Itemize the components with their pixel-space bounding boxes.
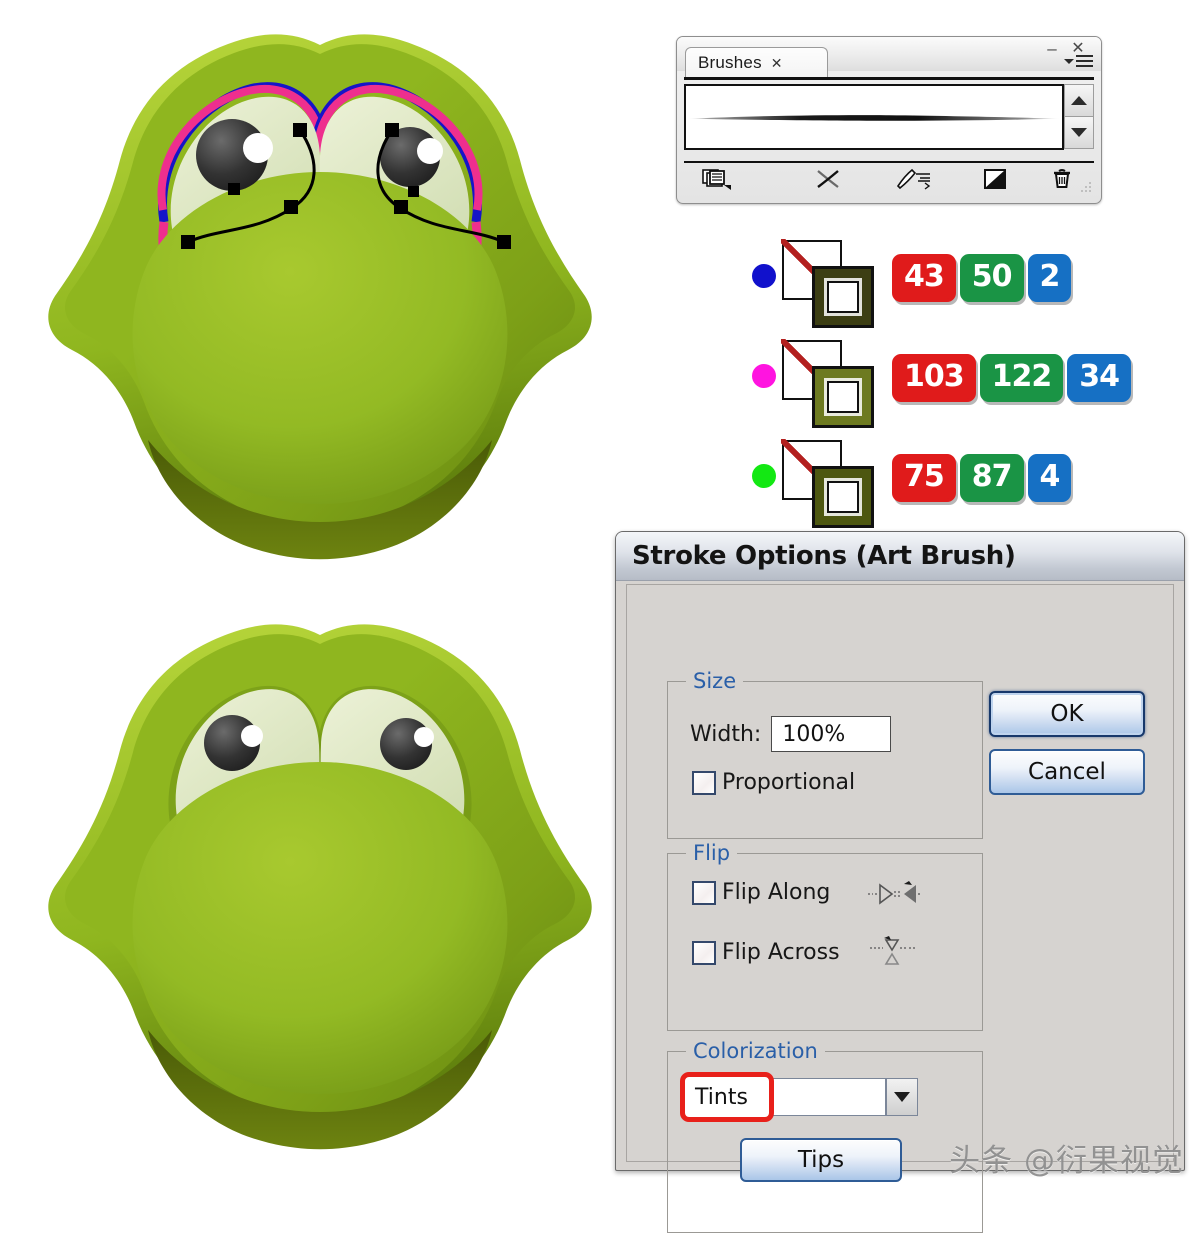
brush-list[interactable] — [684, 84, 1064, 150]
rgb-red-value: 75 — [892, 454, 956, 502]
chevron-down-icon — [894, 1092, 910, 1102]
panel-menu-icon[interactable] — [1064, 55, 1093, 67]
flip-across-icon — [870, 936, 915, 965]
dialog-body: Size Width: 100% Proportional Flip Flip … — [626, 584, 1174, 1233]
green-path-marker — [752, 464, 776, 488]
colorization-group-legend: Colorization — [686, 1039, 825, 1063]
ok-button[interactable]: OK — [989, 691, 1145, 737]
brush-libraries-menu-icon[interactable] — [684, 164, 785, 194]
magenta-path-marker — [752, 364, 776, 388]
rgb-blue-value: 4 — [1027, 454, 1072, 502]
watermark-text: 头条 @衍果视觉 — [949, 1143, 1184, 1179]
tips-button[interactable]: Tips — [740, 1138, 902, 1182]
flip-across-label: Flip Across — [722, 940, 840, 965]
remove-brush-stroke-icon[interactable] — [785, 164, 871, 194]
color-readout-list: 43 50 2 103 122 34 75 87 4 — [740, 236, 1140, 528]
hamburger-icon — [1076, 55, 1093, 67]
size-group: Size Width: 100% Proportional — [667, 669, 983, 839]
fill-color-swatch[interactable] — [812, 366, 874, 428]
flip-along-checkbox[interactable] — [692, 880, 716, 905]
cancel-button[interactable]: Cancel — [989, 749, 1145, 795]
chevron-down-icon — [1064, 58, 1074, 64]
flip-along-icon — [868, 881, 922, 905]
colorization-selected-value[interactable]: Tints — [680, 1072, 774, 1122]
tab-close-icon[interactable]: ✕ — [771, 55, 783, 72]
dialog-titlebar[interactable]: Stroke Options (Art Brush) — [616, 532, 1184, 581]
rgb-green-value: 50 — [959, 254, 1024, 302]
fill-color-swatch[interactable] — [812, 466, 874, 528]
rgb-values: 43 50 2 — [892, 254, 1072, 302]
chevron-up-icon — [1071, 96, 1087, 105]
brushes-panel-toolbar[interactable] — [684, 161, 1094, 195]
fill-inner-square — [827, 281, 859, 313]
tab-brushes-label: Brushes — [698, 53, 762, 72]
screenshot-canvas: – ✕ Brushes ✕ 43 50 2 103 122 34 75 87 4… — [0, 0, 1200, 1233]
rgb-values: 75 87 4 — [892, 454, 1072, 502]
fill-stroke-indicator[interactable] — [781, 339, 892, 428]
scroll-up-button[interactable] — [1064, 84, 1094, 117]
width-input[interactable]: 100% — [771, 716, 892, 752]
colorization-method-select[interactable]: Tints — [680, 1072, 918, 1122]
flip-along-checkbox-row[interactable]: Flip Along — [692, 880, 830, 905]
frog-illustration-top — [20, 10, 620, 580]
brush-list-area — [684, 77, 1094, 160]
minimize-icon[interactable]: – — [1043, 40, 1061, 58]
colorization-select-arrow[interactable] — [886, 1078, 918, 1116]
rgb-blue-value: 2 — [1027, 254, 1072, 302]
tab-brushes[interactable]: Brushes ✕ — [685, 47, 828, 78]
blue-path-marker — [752, 264, 776, 288]
fill-color-swatch[interactable] — [812, 266, 874, 328]
size-group-legend: Size — [686, 669, 744, 693]
proportional-checkbox-row[interactable]: Proportional — [692, 770, 855, 795]
flip-group: Flip Flip Along Flip Across — [667, 841, 983, 1031]
fill-inner-square — [827, 481, 859, 513]
new-brush-icon[interactable] — [959, 164, 1030, 194]
flip-along-label: Flip Along — [722, 880, 831, 905]
flip-group-legend: Flip — [686, 841, 738, 865]
rgb-red-value: 43 — [892, 254, 956, 302]
options-of-selected-object-icon[interactable] — [871, 164, 959, 194]
proportional-label: Proportional — [722, 770, 856, 795]
brushes-panel[interactable]: – ✕ Brushes ✕ — [676, 36, 1102, 204]
chevron-down-icon — [1071, 128, 1087, 137]
width-row: Width: 100% — [690, 716, 892, 752]
width-label: Width: — [690, 721, 762, 747]
color-readout-row: 75 87 4 — [740, 436, 1140, 532]
rgb-red-value: 103 — [892, 354, 976, 402]
color-readout-row: 43 50 2 — [740, 236, 1140, 332]
colorization-group: Colorization Tints Tips — [667, 1039, 983, 1233]
color-readout-row: 103 122 34 — [740, 336, 1140, 432]
rgb-blue-value: 34 — [1067, 354, 1131, 402]
scroll-down-button[interactable] — [1064, 116, 1094, 149]
fill-inner-square — [827, 381, 859, 413]
dialog-title: Stroke Options (Art Brush) — [632, 541, 1016, 571]
resize-grip-icon[interactable] — [1078, 179, 1094, 195]
frog-illustration-bottom — [20, 595, 620, 1175]
rgb-values: 103 122 34 — [892, 354, 1131, 402]
fill-stroke-indicator[interactable] — [781, 439, 892, 528]
fill-stroke-indicator[interactable] — [781, 239, 892, 328]
flip-across-checkbox-row[interactable]: Flip Across — [692, 940, 840, 965]
art-brush-stroke-thumbnail[interactable] — [686, 114, 1062, 123]
stroke-options-dialog[interactable]: Stroke Options (Art Brush) Size Width: 1… — [615, 531, 1185, 1233]
proportional-checkbox[interactable] — [692, 770, 716, 795]
rgb-green-value: 87 — [959, 454, 1024, 502]
rgb-green-value: 122 — [979, 354, 1064, 402]
flip-across-checkbox[interactable] — [692, 940, 716, 965]
